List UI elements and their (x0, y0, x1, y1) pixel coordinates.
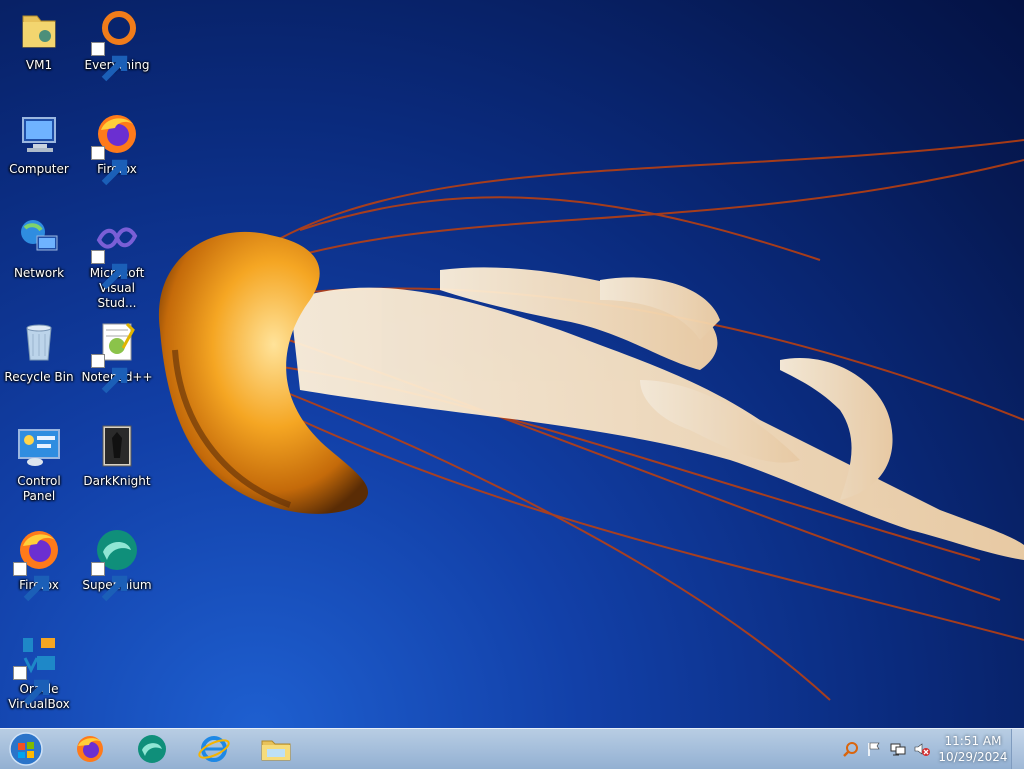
desktop-icon-firefox[interactable]: Firefox (78, 104, 156, 200)
desktop-icon-label: VM1 (25, 58, 53, 72)
supermium-icon (138, 735, 166, 763)
shortcut-arrow-icon (91, 250, 128, 290)
desktop-icon-control-panel[interactable]: Control Panel (0, 416, 78, 512)
show-desktop-button[interactable] (1011, 729, 1024, 769)
desktop-icon-darkknight[interactable]: DarkKnight (78, 416, 156, 512)
desktop-icon-vm1[interactable]: VM1 (0, 0, 78, 96)
everything-icon (91, 6, 141, 82)
visual-studio-icon (91, 214, 141, 290)
network-icon[interactable] (890, 741, 906, 757)
taskbar-internet-explorer-button[interactable] (186, 731, 242, 767)
supermium-icon (91, 526, 141, 602)
shortcut-arrow-icon (13, 666, 50, 706)
computer-icon (15, 110, 63, 158)
desktop-icon-computer[interactable]: Computer (0, 104, 78, 200)
darkknight-icon (93, 422, 141, 470)
shortcut-arrow-icon (91, 42, 128, 82)
desktop-icon-notepad-plus-plus[interactable]: Notepad++ (78, 312, 156, 408)
desktop-icon-recycle-bin[interactable]: Recycle Bin (0, 312, 78, 408)
start-button[interactable] (6, 731, 46, 767)
desktop-icon-visual-studio[interactable]: Microsoft Visual Stud... (78, 208, 156, 310)
volume-muted-icon[interactable] (914, 741, 930, 757)
firefox-icon (13, 526, 63, 602)
shortcut-arrow-icon (91, 146, 128, 186)
action-center-flag-icon[interactable] (866, 741, 882, 757)
taskbar-file-explorer-button[interactable] (248, 731, 304, 767)
desktop-icon-firefox-2[interactable]: Firefox (0, 520, 78, 616)
taskbar-firefox-button[interactable] (62, 731, 118, 767)
shortcut-arrow-icon (91, 562, 128, 602)
taskbar-supermium-button[interactable] (124, 731, 180, 767)
desktop-icon-network[interactable]: Network (0, 208, 78, 304)
clock[interactable]: 11:51 AM 10/29/2024 (937, 733, 1009, 765)
virtualbox-icon (13, 630, 63, 706)
windows-logo-icon (9, 732, 43, 766)
control-panel-icon (15, 422, 63, 470)
firefox-icon (77, 736, 103, 762)
desktop-icon-label: Network (13, 266, 65, 280)
desktop-icon-virtualbox[interactable]: Oracle VirtualBox (0, 624, 78, 720)
desktop-icon-label: Recycle Bin (4, 370, 74, 384)
desktop-icon-everything[interactable]: Everything (78, 0, 156, 96)
shortcut-arrow-icon (91, 354, 128, 394)
folder-icon (15, 6, 63, 54)
firefox-icon (91, 110, 141, 186)
desktop-icon-label: DarkKnight (83, 474, 151, 488)
shortcut-arrow-icon (13, 562, 50, 602)
desktop-icon-supermium[interactable]: Supermium (78, 520, 156, 616)
search-icon[interactable] (843, 741, 859, 757)
taskbar: 11:51 AM 10/29/2024 (0, 728, 1024, 769)
internet-explorer-icon (198, 736, 230, 762)
file-explorer-icon (261, 740, 291, 761)
network-icon (15, 214, 63, 262)
clock-time: 11:51 AM (944, 734, 1002, 748)
clock-date: 10/29/2024 (938, 750, 1008, 764)
recycle-bin-icon (15, 318, 63, 366)
desktop-icon-label: Computer (9, 162, 69, 176)
desktop-icon-label: Control Panel (17, 474, 61, 503)
notepad-plus-plus-icon (91, 318, 141, 394)
